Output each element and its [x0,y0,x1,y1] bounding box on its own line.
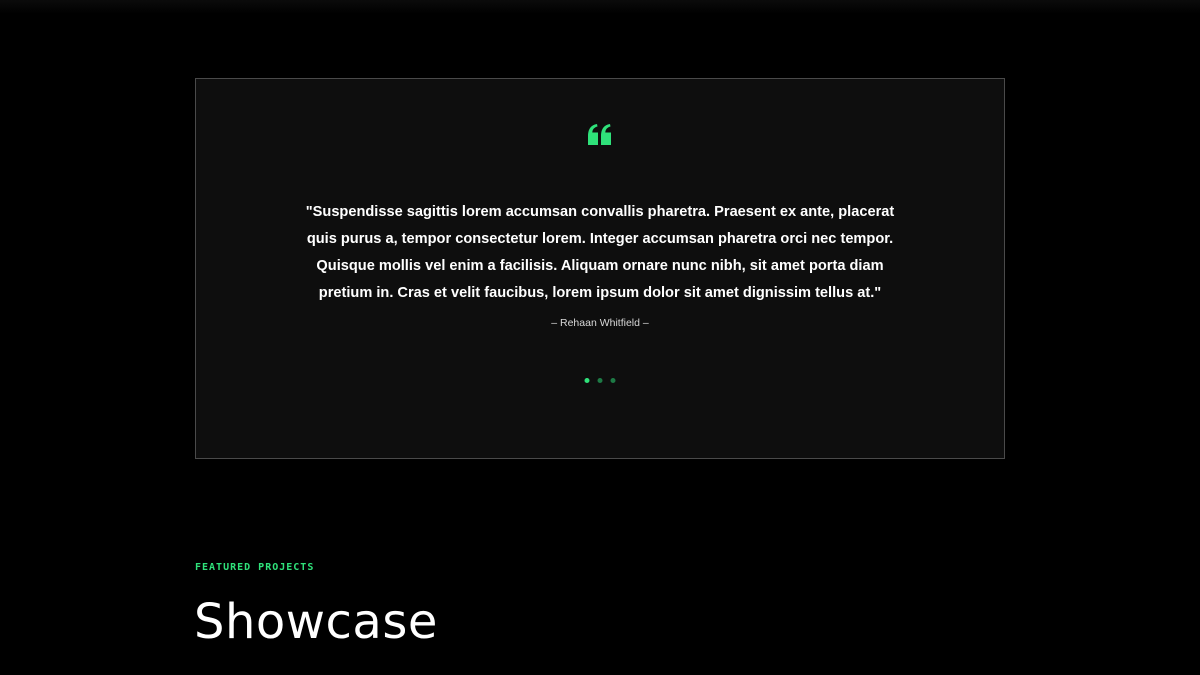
carousel-pagination [584,378,616,383]
testimonial-author: – Rehaan Whitfield – [551,317,649,329]
carousel-dot-1[interactable] [584,378,590,383]
header-edge [0,0,1200,14]
quote-icon [588,124,611,145]
carousel-dot-2[interactable] [597,378,603,383]
testimonial-card: "Suspendisse sagittis lorem accumsan con… [195,78,1005,459]
section-eyebrow: FEATURED PROJECTS [195,562,315,573]
testimonial-quote: "Suspendisse sagittis lorem accumsan con… [305,204,895,301]
section-title: Showcase [194,594,438,650]
carousel-dot-3[interactable] [610,378,616,383]
